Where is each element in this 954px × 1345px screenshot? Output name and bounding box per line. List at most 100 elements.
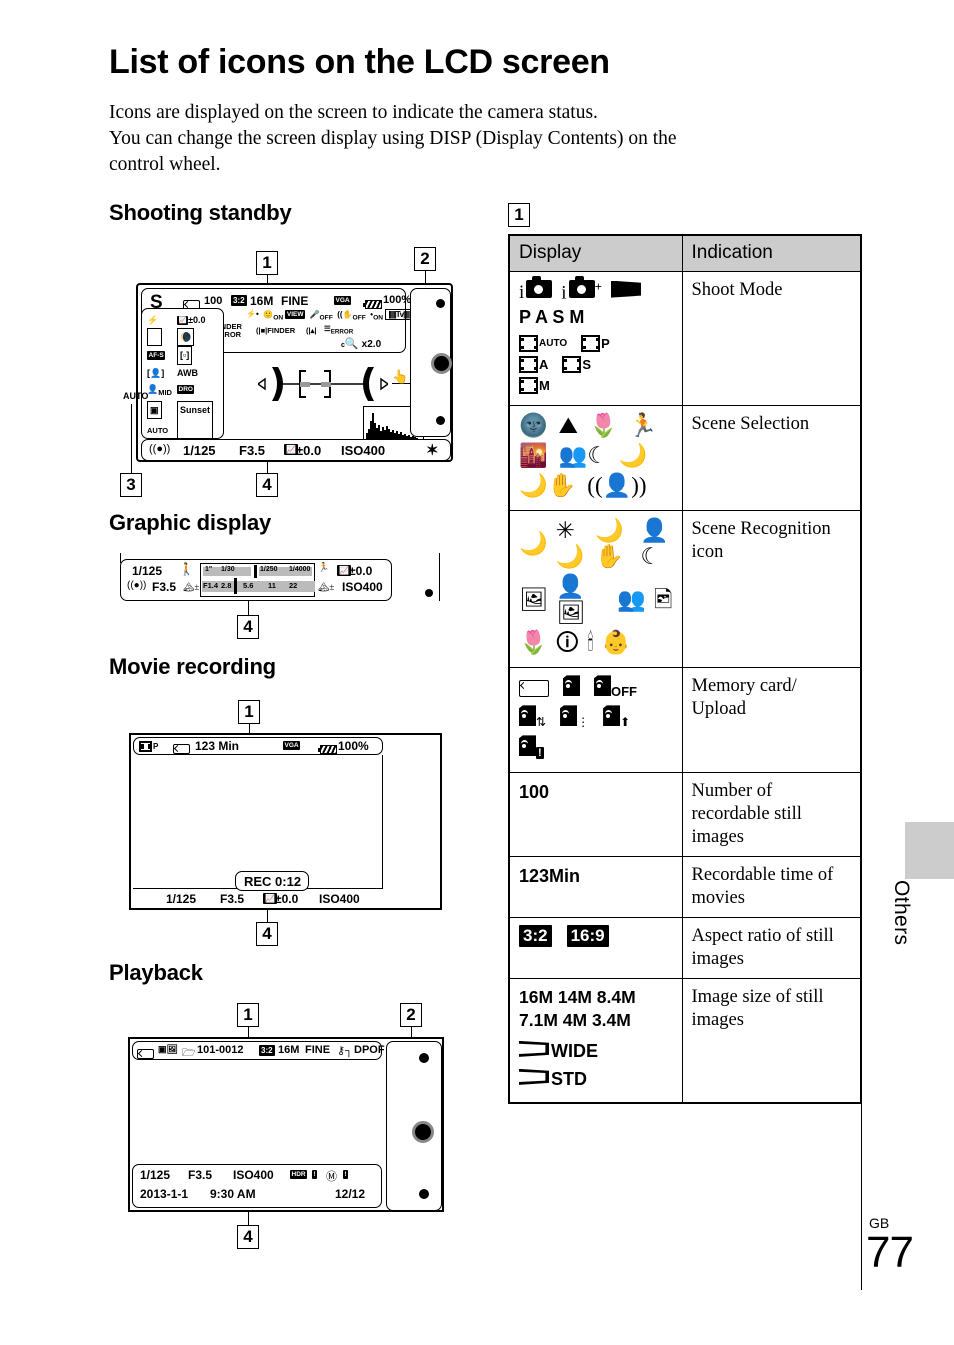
- eye-fi-standby-icon: ⋮: [560, 705, 589, 731]
- playback-shutter-speed: 1/125: [140, 1168, 171, 1182]
- standby-aperture: F3.5: [239, 443, 266, 458]
- movie-frame-guides: [133, 755, 383, 889]
- standby-zoom-indicator: c🔍 x2.0: [341, 338, 382, 350]
- white-balance-label: AWB: [177, 367, 198, 378]
- image-size-line-1: 16M 14M 8.4M: [519, 987, 636, 1008]
- exposure-comp-value: 📈 ±0.0: [177, 315, 206, 326]
- dof-icon-near: 🏔±: [183, 582, 200, 592]
- callout-4-shooting: 4: [256, 473, 278, 497]
- cell-display-movie-time: 123Min: [508, 856, 683, 919]
- cell-indication-shoot-mode: Shoot Mode: [681, 270, 862, 407]
- person-icon: 🚶: [179, 562, 194, 576]
- callout-leader-pb-1: [248, 1027, 249, 1037]
- image-size-line-2: 7.1M 4M 3.4M: [519, 1010, 631, 1031]
- graphic-panel-dot: [425, 589, 433, 597]
- steadyshot-off-icon: ((✋OFF: [335, 309, 366, 322]
- callout-leader-4: [267, 462, 268, 473]
- panel-dot-bottom: [436, 416, 445, 425]
- sports-action-icon: 🏃: [628, 413, 658, 439]
- callout-table-marker: 1: [508, 203, 530, 227]
- heading-playback: Playback: [109, 960, 203, 985]
- callout-4-graphic: 4: [237, 615, 259, 639]
- metering-mode-icon: 🌘: [177, 328, 195, 347]
- playback-quality: FINE: [305, 1044, 331, 1056]
- callout-leader-1: [267, 275, 268, 284]
- af-area-icon: [▫]: [177, 346, 193, 365]
- callout-4-movie: 4: [256, 922, 278, 946]
- dof-icon-far: 🏔±: [318, 582, 335, 592]
- soft-skin-icon: 👤MID: [147, 383, 172, 397]
- night-portrait-icon: 👥☾: [558, 443, 608, 469]
- playback-panel-dot-top: [419, 1053, 429, 1063]
- zoom-factor-value: x2.0: [361, 339, 382, 350]
- callout-1-playback: 1: [237, 1003, 259, 1027]
- callout-3-shooting: 3: [120, 473, 142, 497]
- callout-leader-3: [131, 404, 132, 473]
- movie-m-icon: M: [519, 377, 550, 395]
- anti-motion-blur-icon: ((👤)): [587, 473, 647, 499]
- playback-iso: ISO400: [233, 1168, 274, 1182]
- playback-hdr-chip: HDR: [290, 1170, 308, 1179]
- cell-indication-still-count: Number of recordable still images: [681, 772, 862, 858]
- standby-aspect-chip: 3:2: [231, 295, 247, 306]
- intro-line-2: You can change the screen display using …: [109, 128, 677, 149]
- drive-mode-icon: [147, 328, 177, 347]
- landscape-icon: ⛰: [558, 413, 578, 439]
- margin-rule: [861, 860, 862, 1290]
- lcd-shooting-standby: S 100 3:2 16M FINE VGA 100% ⚡• 🙂ON VIEW …: [123, 283, 453, 462]
- panel-dot-top: [436, 299, 445, 308]
- playback-aperture: F3.5: [188, 1168, 213, 1182]
- playback-aspect-chip: 3:2: [259, 1045, 275, 1056]
- section-label-others: Others: [890, 880, 913, 946]
- movie-mode-icon: P: [139, 741, 158, 754]
- movie-shutter-speed: 1/125: [166, 892, 197, 906]
- eye-fi-connecting-icon: ⇅: [519, 705, 546, 731]
- exposure-scale: 1" 1/30 1/250 1/4000 F1.4 2.8 5.6 11 22: [200, 563, 315, 597]
- movie-iso: ISO400: [319, 892, 360, 906]
- standby-image-size: 16M: [250, 294, 274, 308]
- movie-recordable-time: 123 Min: [195, 739, 240, 753]
- sweep-panorama-icon: [610, 280, 641, 303]
- folder-icon: 🗁: [182, 1047, 196, 1059]
- tripod-night-scene-icon: ✳🌙: [555, 518, 585, 570]
- section-tab-marker: [905, 822, 954, 879]
- table-row: 🌙 ✳🌙 🌙✋ 👤☾ 🖼 👤🖼 👥 🖻 🌷 🛈 �: [508, 510, 862, 669]
- aspect-chip-16-9: 16:9: [566, 925, 609, 948]
- callout-leader-pb-4: [248, 1212, 249, 1225]
- intro-paragraph: Icons are displayed on the screen to ind…: [109, 100, 829, 178]
- standby-quality: FINE: [281, 294, 309, 308]
- cell-display-memory-card: OFF ⇅ ⋮ ⬆ !: [508, 667, 683, 774]
- cell-display-scene-selection: 🌚 ⛰ 🌷 🏃 🌇 👥☾ 🌙 🌙✋ ((👤)): [508, 405, 683, 512]
- standby-status-icon-row: ⚡• 🙂ON VIEW 🎤OFF ((✋OFF •ON ||||||Tᴠ||||…: [246, 309, 413, 322]
- heading-movie-recording: Movie recording: [109, 654, 276, 679]
- cell-display-still-count: 100: [508, 772, 683, 858]
- playback-folder-file: 101-0012: [197, 1044, 244, 1056]
- playback-date: 2013-1-1: [140, 1187, 189, 1201]
- table-row: 16M 14M 8.4M 7.1M 4M 3.4M WIDE STD Image…: [508, 978, 862, 1104]
- steadyshot-icon: ((●)): [149, 443, 171, 455]
- cell-indication-image-size: Image size of still images: [681, 978, 862, 1104]
- cell-display-image-size: 16M 14M 8.4M 7.1M 4M 3.4M WIDE STD: [508, 978, 683, 1104]
- aspect-chip-3-2: 3:2: [519, 925, 552, 948]
- movie-aperture: F3.5: [220, 892, 245, 906]
- page-number: 77: [866, 1228, 914, 1277]
- backlight-portrait-icon: 👤🖼: [556, 574, 586, 626]
- cell-display-shoot-mode: i i + P A S M AUTO P A S M: [508, 270, 683, 407]
- callout-leader-movie-1: [249, 724, 250, 733]
- heading-shooting-standby: Shooting standby: [109, 200, 292, 225]
- aperture-scale: F1.4 2.8 5.6 11 22: [201, 578, 315, 595]
- movie-size-chip: VGA: [283, 741, 301, 750]
- memory-card-table-icon: [519, 679, 549, 698]
- portrait-recognition-icon: 👥: [617, 587, 646, 613]
- panorama-wide-icon: [519, 1040, 549, 1062]
- movie-a-icon: A: [519, 356, 548, 374]
- flash-mode-icon: ⚡: [147, 315, 159, 325]
- af-mode-label: AF-S: [147, 350, 166, 360]
- cell-indication-memory-card: Memory card/ Upload: [681, 667, 862, 774]
- dro-value: AUTO: [123, 390, 149, 401]
- cell-display-scene-recognition: 🌙 ✳🌙 🌙✋ 👤☾ 🖼 👤🖼 👥 🖻 🌷 🛈 �: [508, 510, 683, 669]
- graphic-shutter-speed: 1/125: [132, 564, 163, 578]
- callout-4-playback: 4: [237, 1225, 259, 1249]
- control-wheel-icon: [431, 353, 452, 374]
- icon-reference-table: Display Indication i i+ P A S M AUTO P: [508, 234, 862, 1105]
